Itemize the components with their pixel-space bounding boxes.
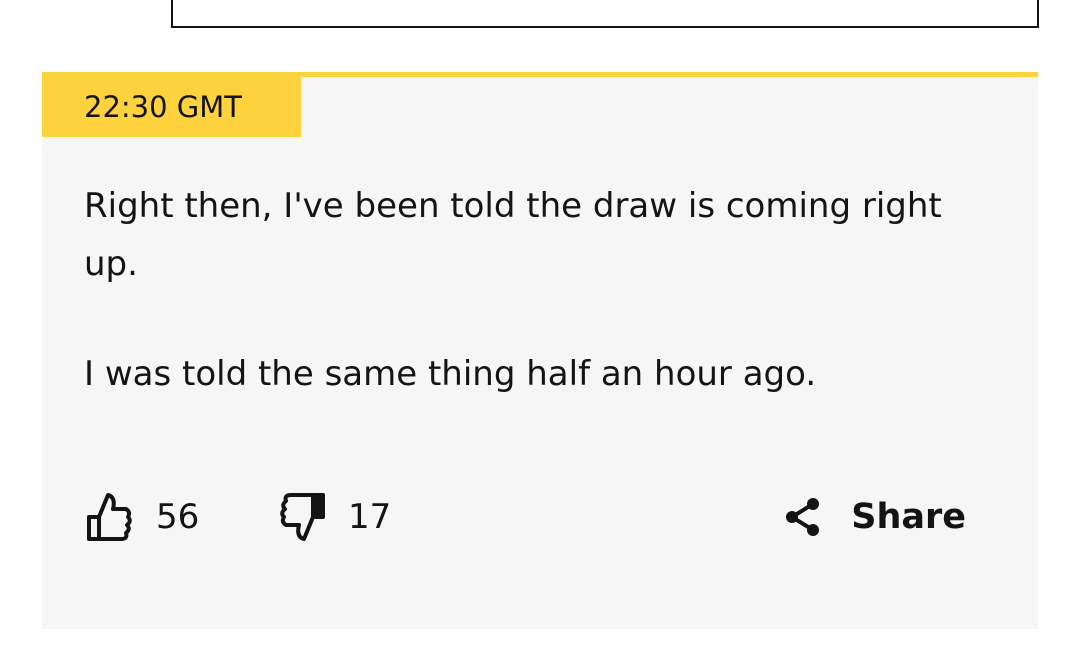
dislike-button[interactable]: 17: [278, 487, 391, 547]
post-timestamp: 22:30 GMT: [42, 77, 301, 137]
dislike-count: 17: [348, 497, 392, 537]
live-post: 22:30 GMT Right then, I've been told the…: [42, 72, 1038, 629]
thumbs-up-icon: [86, 491, 134, 543]
like-count: 56: [156, 497, 200, 537]
share-icon: [783, 496, 823, 538]
previous-post-bottom-edge: [171, 0, 1039, 28]
like-button[interactable]: 56: [86, 487, 199, 547]
post-paragraph: Right then, I've been told the draw is c…: [84, 186, 942, 284]
share-button[interactable]: Share: [783, 487, 966, 547]
thumbs-down-icon: [278, 491, 326, 543]
post-paragraph: I was told the same thing half an hour a…: [84, 354, 817, 394]
post-actions: 56 17 Share: [86, 487, 966, 547]
share-label: Share: [851, 497, 966, 537]
post-body: Right then, I've been told the draw is c…: [84, 177, 984, 455]
